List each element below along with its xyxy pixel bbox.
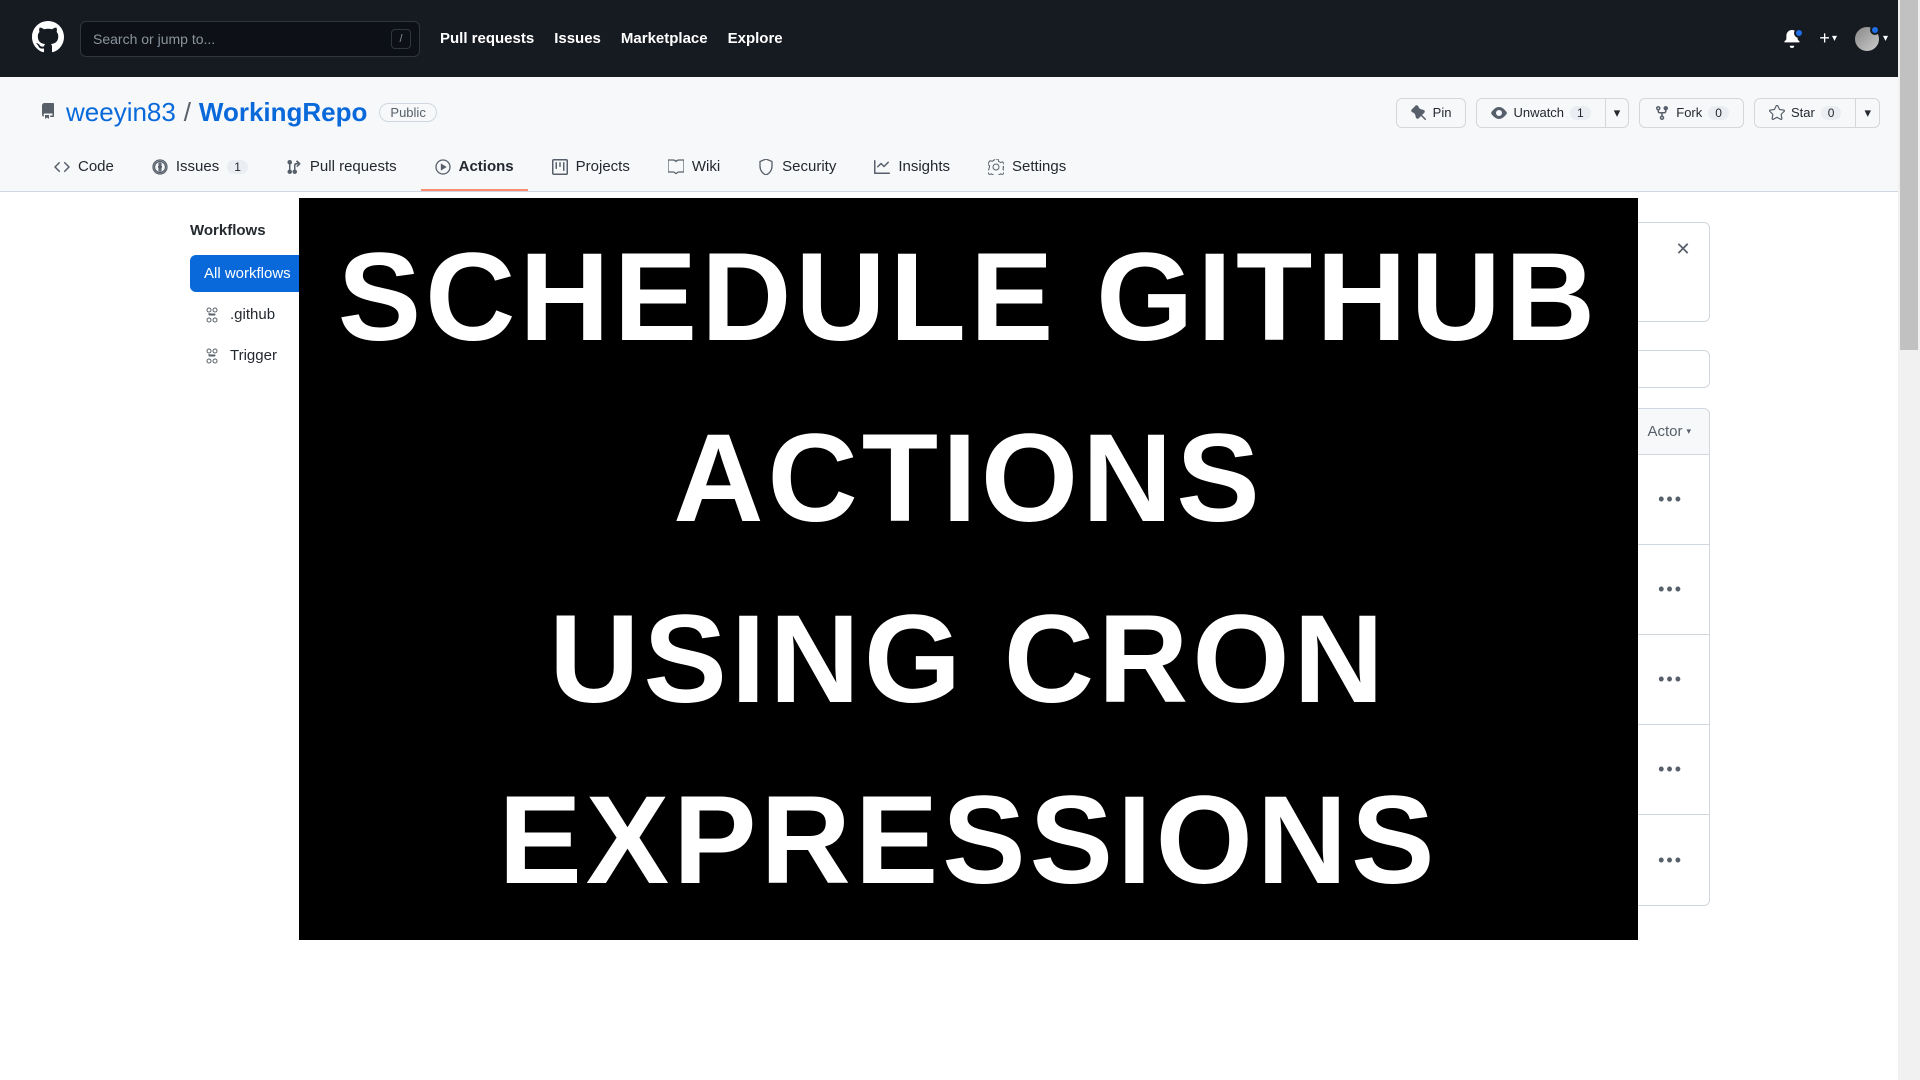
runs-filters: Actor ▾: [1647, 423, 1691, 440]
pin-button[interactable]: Pin: [1396, 98, 1467, 128]
fork-label: Fork: [1676, 105, 1702, 120]
eye-icon: [1491, 105, 1507, 121]
nav-issues[interactable]: Issues: [554, 30, 601, 47]
settings-icon: [988, 159, 1004, 175]
repo-owner-link[interactable]: weeyin83: [66, 97, 176, 127]
repo-actions: Pin Unwatch 1 ▾ Fork 0 Star 0: [1396, 98, 1880, 128]
plus-icon: +: [1819, 28, 1830, 49]
insights-icon: [874, 159, 890, 175]
run-menu-icon[interactable]: •••: [1650, 485, 1691, 514]
repo-name-link[interactable]: WorkingRepo: [199, 97, 368, 127]
filter-actor-label: Actor: [1647, 423, 1682, 440]
tab-wiki-label: Wiki: [692, 158, 720, 175]
user-menu[interactable]: ▾: [1855, 27, 1888, 51]
repo-icon: [40, 103, 66, 122]
watch-count: 1: [1570, 106, 1591, 120]
tab-insights[interactable]: Insights: [860, 148, 964, 191]
pin-icon: [1411, 105, 1427, 121]
title-overlay: SCHEDULE GITHUB ACTIONS USING CRON EXPRE…: [299, 198, 1638, 940]
tab-settings-label: Settings: [1012, 158, 1066, 175]
tab-actions[interactable]: Actions: [421, 148, 528, 191]
issues-icon: [152, 159, 168, 175]
github-logo-icon[interactable]: [32, 21, 64, 56]
nav-pull-requests[interactable]: Pull requests: [440, 30, 534, 47]
workflow-icon: [204, 307, 220, 323]
overlay-line2: USING CRON EXPRESSIONS: [299, 569, 1638, 932]
star-button[interactable]: Star 0: [1754, 98, 1857, 128]
top-nav: Pull requests Issues Marketplace Explore: [440, 30, 783, 47]
repo-header: weeyin83 / WorkingRepo Public Pin Unwatc…: [0, 77, 1920, 192]
tab-projects[interactable]: Projects: [538, 148, 644, 191]
create-new-dropdown[interactable]: +▾: [1819, 28, 1837, 49]
workflow-1-label: Trigger: [230, 347, 277, 364]
search-input[interactable]: Search or jump to... /: [80, 21, 420, 57]
watch-button-group: Unwatch 1 ▾: [1476, 98, 1629, 128]
run-menu-icon[interactable]: •••: [1650, 665, 1691, 694]
unwatch-button[interactable]: Unwatch 1: [1476, 98, 1605, 128]
tab-security[interactable]: Security: [744, 148, 850, 191]
close-icon[interactable]: ✕: [1671, 237, 1695, 261]
tab-security-label: Security: [782, 158, 836, 175]
tab-pull-requests[interactable]: Pull requests: [272, 148, 411, 191]
run-menu-icon[interactable]: •••: [1650, 846, 1691, 875]
tab-actions-label: Actions: [459, 158, 514, 175]
notifications-icon[interactable]: [1783, 30, 1801, 48]
repo-path: weeyin83 / WorkingRepo: [66, 97, 367, 128]
path-separator: /: [184, 97, 191, 127]
tab-pr-label: Pull requests: [310, 158, 397, 175]
watch-dropdown[interactable]: ▾: [1606, 98, 1630, 128]
avatar-status-dot: [1870, 25, 1880, 35]
unwatch-label: Unwatch: [1513, 105, 1564, 120]
run-menu-icon[interactable]: •••: [1650, 575, 1691, 604]
actions-icon: [435, 159, 451, 175]
workflow-icon: [204, 348, 220, 364]
fork-count: 0: [1708, 106, 1729, 120]
tab-issues-label: Issues: [176, 158, 219, 175]
tab-settings[interactable]: Settings: [974, 148, 1080, 191]
overlay-line1: SCHEDULE GITHUB ACTIONS: [299, 207, 1638, 570]
slash-key-hint: /: [391, 29, 411, 49]
header-right: +▾ ▾: [1783, 27, 1888, 51]
fork-icon: [1654, 105, 1670, 121]
scrollbar-thumb[interactable]: [1900, 0, 1918, 350]
fork-button[interactable]: Fork 0: [1639, 98, 1744, 128]
caret-down-icon: ▾: [1686, 426, 1691, 437]
scrollbar[interactable]: [1898, 0, 1920, 1080]
tab-wiki[interactable]: Wiki: [654, 148, 734, 191]
nav-explore[interactable]: Explore: [728, 30, 783, 47]
workflow-0-label: .github: [230, 306, 275, 323]
nav-marketplace[interactable]: Marketplace: [621, 30, 708, 47]
star-count: 0: [1821, 106, 1842, 120]
global-header: Search or jump to... / Pull requests Iss…: [0, 0, 1920, 77]
star-dropdown[interactable]: ▾: [1856, 98, 1880, 128]
repo-tabs: Code Issues 1 Pull requests Actions Proj…: [0, 148, 1920, 191]
caret-down-icon: ▾: [1864, 105, 1871, 121]
tab-code[interactable]: Code: [40, 148, 128, 191]
overlay-title: SCHEDULE GITHUB ACTIONS USING CRON EXPRE…: [299, 207, 1638, 932]
tab-projects-label: Projects: [576, 158, 630, 175]
projects-icon: [552, 159, 568, 175]
pin-label: Pin: [1433, 105, 1452, 120]
security-icon: [758, 159, 774, 175]
all-workflows-label: All workflows: [204, 265, 291, 282]
run-menu-icon[interactable]: •••: [1650, 755, 1691, 784]
repo-title-row: weeyin83 / WorkingRepo Public Pin Unwatc…: [0, 97, 1920, 148]
tab-insights-label: Insights: [898, 158, 950, 175]
caret-down-icon: ▾: [1832, 33, 1837, 44]
filter-actor[interactable]: Actor ▾: [1647, 423, 1691, 440]
star-icon: [1769, 105, 1785, 121]
issues-count: 1: [227, 160, 248, 174]
wiki-icon: [668, 159, 684, 175]
code-icon: [54, 159, 70, 175]
caret-down-icon: ▾: [1614, 105, 1621, 121]
caret-down-icon: ▾: [1883, 33, 1888, 44]
pull-request-icon: [286, 159, 302, 175]
tab-code-label: Code: [78, 158, 114, 175]
search-placeholder: Search or jump to...: [93, 31, 215, 47]
star-button-group: Star 0 ▾: [1754, 98, 1880, 128]
tab-issues[interactable]: Issues 1: [138, 148, 262, 191]
star-label: Star: [1791, 105, 1815, 120]
notification-dot: [1794, 28, 1804, 38]
visibility-badge: Public: [379, 103, 436, 122]
